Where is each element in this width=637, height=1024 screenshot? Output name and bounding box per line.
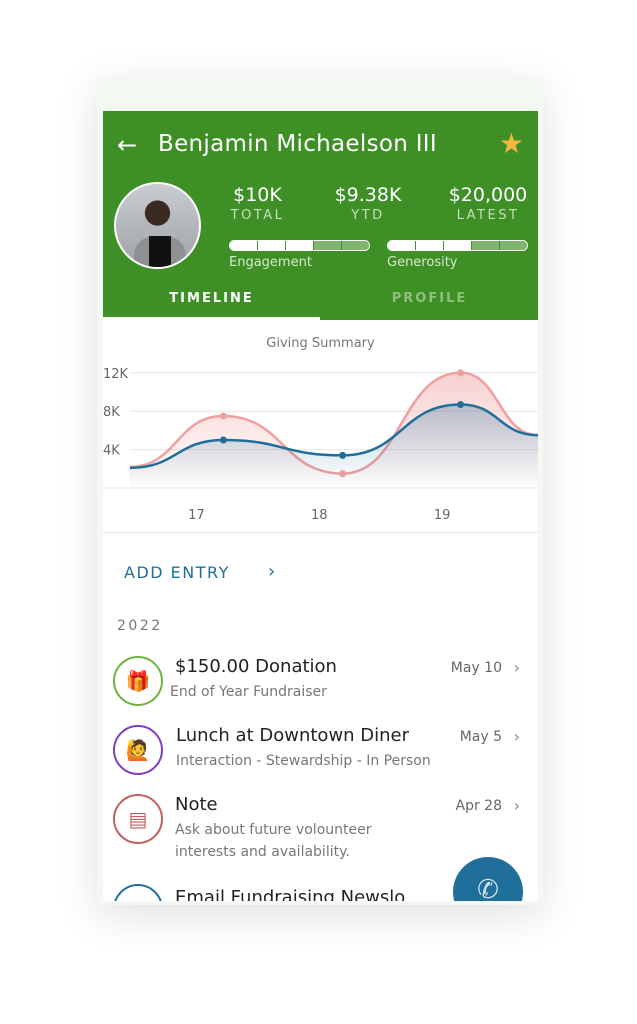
y-tick-label: 4K xyxy=(103,444,120,459)
item-date: May 10 xyxy=(450,660,502,676)
chart-title: Giving Summary xyxy=(266,336,375,351)
profile-header: ← Benjamin Michaelson III ★ $10K TOTAL $9… xyxy=(103,111,538,320)
engagement-meter xyxy=(229,240,370,251)
note-icon: ▤ xyxy=(113,794,163,844)
tab-timeline[interactable]: TIMELINE xyxy=(103,291,320,306)
x-tick-label: 19 xyxy=(434,508,451,523)
item-subtitle: End of Year Fundraiser xyxy=(170,684,327,700)
item-title: Lunch at Downtown Diner xyxy=(176,725,410,746)
x-tick-label: 17 xyxy=(188,508,205,523)
data-point xyxy=(219,436,227,444)
stat-total: $10K TOTAL xyxy=(230,184,285,223)
stat-ytd: $9.38K YTD xyxy=(334,184,402,223)
stat-latest: $20,000 LATEST xyxy=(448,184,528,223)
engagement-label: Engagement xyxy=(229,255,312,270)
chevron-right-icon: › xyxy=(513,658,520,677)
chevron-right-icon: › xyxy=(513,796,520,815)
arrow-left-icon[interactable]: ← xyxy=(117,131,137,159)
page-title: Benjamin Michaelson III xyxy=(158,131,437,157)
active-tab-indicator xyxy=(103,317,320,320)
person-waving-icon: 🙋 xyxy=(113,725,163,775)
item-subtitle: Interaction - Stewardship - In Person xyxy=(176,753,431,769)
phone-frame: ← Benjamin Michaelson III ★ $10K TOTAL $9… xyxy=(97,77,543,905)
star-icon[interactable]: ★ xyxy=(499,127,524,160)
item-title: Email Fundraising Newslo xyxy=(175,887,406,901)
divider xyxy=(103,532,538,533)
y-tick-label: 12K xyxy=(103,367,129,382)
y-tick-label: 8K xyxy=(103,405,120,420)
data-point xyxy=(219,412,227,420)
chevron-right-icon: › xyxy=(513,727,520,746)
item-date: Apr 28 xyxy=(455,798,502,814)
phone-icon: ✆ xyxy=(477,875,499,901)
year-heading: 2022 xyxy=(117,618,163,634)
item-title: Note xyxy=(175,794,218,815)
call-button[interactable]: ✆ xyxy=(453,857,523,901)
giving-summary-chart: 4K 8K 12K 17 18 19 xyxy=(103,367,538,523)
avatar xyxy=(114,182,201,269)
tab-profile[interactable]: PROFILE xyxy=(321,291,538,306)
email-icon: ✉ xyxy=(113,884,163,901)
data-point xyxy=(457,369,465,377)
item-title: $150.00 Donation xyxy=(175,656,337,677)
screen: ← Benjamin Michaelson III ★ $10K TOTAL $9… xyxy=(103,111,538,901)
generosity-meter xyxy=(387,240,528,251)
item-subtitle: Ask about future volounteer interests an… xyxy=(175,822,372,860)
data-point xyxy=(339,451,347,459)
x-tick-label: 18 xyxy=(311,508,328,523)
generosity-label: Generosity xyxy=(387,255,458,270)
item-date: May 5 xyxy=(459,729,502,745)
gift-card-icon: 🎁 xyxy=(113,656,163,706)
chevron-right-icon[interactable]: › xyxy=(268,561,275,582)
data-point xyxy=(457,400,465,408)
add-entry-button[interactable]: ADD ENTRY xyxy=(124,563,230,582)
